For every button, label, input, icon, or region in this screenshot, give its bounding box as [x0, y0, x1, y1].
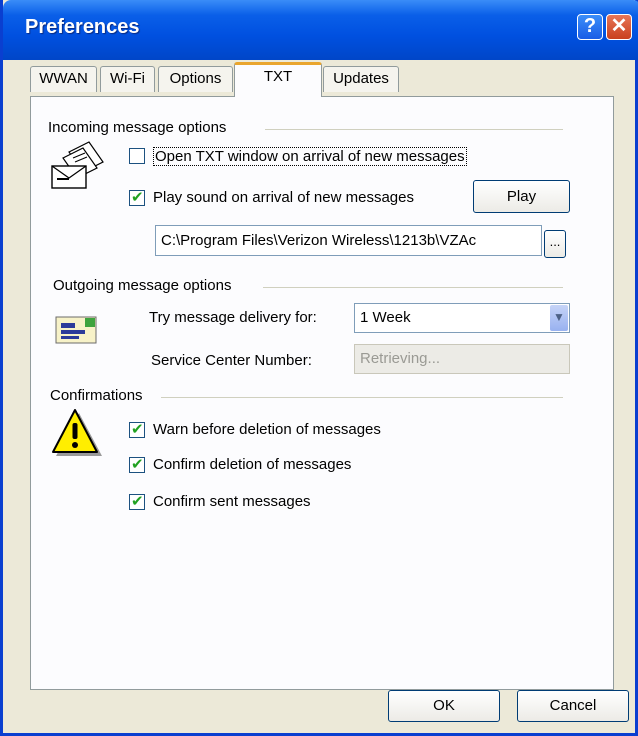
chevron-down-icon[interactable]: ▼	[550, 305, 568, 331]
tab-txt[interactable]: TXT	[234, 62, 322, 97]
sound-file-path-input[interactable]: C:\Program Files\Verizon Wireless\1213b\…	[155, 225, 542, 256]
open-txt-window-checkbox[interactable]	[129, 148, 145, 164]
tab-wifi[interactable]: Wi-Fi	[100, 66, 155, 92]
outgoing-group-divider	[263, 287, 563, 288]
play-button[interactable]: Play	[473, 180, 570, 213]
confirm-sent-label[interactable]: Confirm sent messages	[153, 493, 311, 510]
close-icon[interactable]: ✕	[606, 14, 632, 40]
delivery-duration-value: 1 Week	[360, 309, 411, 326]
delivery-duration-label: Try message delivery for:	[149, 309, 317, 326]
confirmations-group-title: Confirmations	[50, 387, 143, 404]
ok-button[interactable]: OK	[388, 690, 500, 722]
mail-stack-icon	[51, 141, 104, 189]
confirmations-group-divider	[161, 397, 563, 398]
play-sound-checkbox[interactable]	[129, 188, 145, 206]
tab-options[interactable]: Options	[158, 66, 233, 92]
browse-button[interactable]: ...	[544, 230, 566, 258]
window-title: Preferences	[25, 16, 140, 38]
outgoing-group-title: Outgoing message options	[53, 277, 232, 294]
incoming-group-title: Incoming message options	[48, 119, 227, 136]
confirm-deletion-label[interactable]: Confirm deletion of messages	[153, 456, 351, 473]
confirm-deletion-checkbox[interactable]	[129, 455, 145, 473]
delivery-duration-select[interactable]: 1 Week ▼	[354, 303, 570, 333]
service-center-input: Retrieving...	[354, 344, 570, 374]
incoming-group-divider	[265, 129, 563, 130]
service-center-label: Service Center Number:	[151, 352, 312, 369]
warn-before-deletion-label[interactable]: Warn before deletion of messages	[153, 421, 381, 438]
txt-tab-panel: Incoming message options Open TXT window…	[30, 96, 614, 690]
tab-wwan[interactable]: WWAN	[30, 66, 97, 92]
outbox-icon	[55, 316, 97, 344]
warning-icon	[52, 409, 102, 456]
warn-before-deletion-checkbox[interactable]	[129, 420, 145, 438]
title-bar[interactable]: Preferences ? ✕	[3, 0, 638, 60]
tab-updates[interactable]: Updates	[323, 66, 399, 92]
cancel-button[interactable]: Cancel	[517, 690, 629, 722]
confirm-sent-checkbox[interactable]	[129, 492, 145, 510]
preferences-window: Preferences ? ✕ WWAN Wi-Fi Options TXT U…	[0, 0, 638, 736]
help-icon[interactable]: ?	[577, 14, 603, 40]
play-sound-label[interactable]: Play sound on arrival of new messages	[153, 189, 414, 206]
open-txt-window-label[interactable]: Open TXT window on arrival of new messag…	[153, 147, 467, 166]
